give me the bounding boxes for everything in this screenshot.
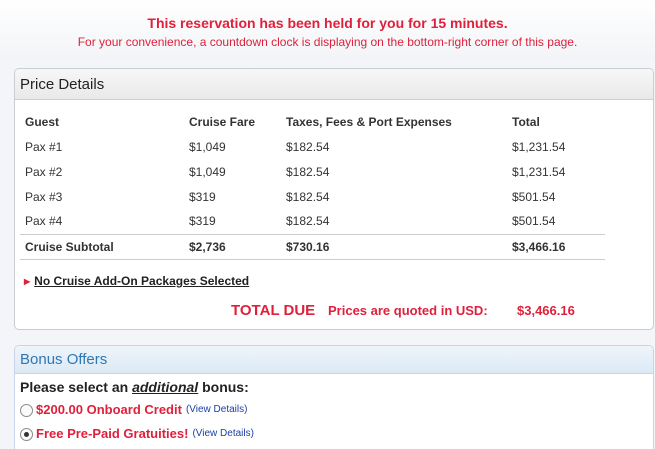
total-due-label: TOTAL DUE (231, 302, 316, 319)
subtotal-row: Cruise Subtotal $2,736 $730.16 $3,466.16 (20, 233, 605, 260)
price-details-panel: Price Details Guest Cruise Fare Taxes, F… (14, 68, 654, 330)
guest-cell: Pax #3 (25, 189, 63, 204)
onboard-credit-view-details-link[interactable]: (View Details) (186, 401, 248, 419)
subtotal-taxes: $730.16 (286, 233, 512, 260)
subtotal-label: Cruise Subtotal (20, 233, 189, 260)
taxes-cell: $182.54 (286, 189, 330, 204)
column-header-guest: Guest (25, 114, 60, 129)
hold-banner: This reservation has been held for you f… (0, 0, 655, 60)
guest-cell: Pax #4 (25, 214, 63, 229)
price-table: Guest Cruise Fare Taxes, Fees & Port Exp… (20, 109, 605, 260)
bonus-offers-panel: Bonus Offers Please select an additional… (14, 345, 654, 449)
table-row: Pax #1 $1,049 $182.54 $1,231.54 (20, 134, 605, 159)
total-cell: $501.54 (512, 214, 556, 229)
hold-banner-subtitle: For your convenience, a countdown clock … (77, 35, 578, 49)
subtotal-cruise-fare: $2,736 (189, 233, 286, 260)
addon-packages-row: ▶ No Cruise Add-On Packages Selected (24, 274, 249, 288)
triangle-right-icon: ▶ (24, 277, 31, 287)
cruise-fare-cell: $1,049 (189, 139, 226, 154)
guest-cell: Pax #2 (25, 164, 63, 179)
onboard-credit-label[interactable]: $200.00 Onboard Credit (36, 401, 182, 419)
bonus-prompt-start: Please select an (20, 379, 133, 395)
cruise-fare-cell: $319 (189, 189, 216, 204)
taxes-cell: $182.54 (286, 214, 330, 229)
price-table-header-row: Guest Cruise Fare Taxes, Fees & Port Exp… (20, 109, 605, 134)
guest-cell: Pax #1 (25, 139, 63, 154)
table-row: Pax #4 $319 $182.54 $501.54 (20, 209, 605, 234)
total-cell: $1,231.54 (512, 164, 566, 179)
bonus-prompt: Please select an additional bonus: (20, 379, 640, 395)
cruise-fare-cell: $1,049 (189, 164, 226, 179)
bonus-prompt-end: bonus: (198, 379, 249, 395)
table-row: Pax #3 $319 $182.54 $501.54 (20, 184, 605, 209)
column-header-taxes-fees: Taxes, Fees & Port Expenses (286, 114, 452, 129)
currency-note: Prices are quoted in USD: (328, 303, 488, 318)
column-header-total: Total (512, 114, 540, 129)
total-due-amount: $3,466.16 (517, 303, 575, 318)
subtotal-total: $3,466.16 (512, 233, 605, 260)
addon-packages-link[interactable]: No Cruise Add-On Packages Selected (34, 274, 249, 288)
bonus-prompt-emphasis: additional (132, 379, 199, 395)
table-row: Pax #2 $1,049 $182.54 $1,231.54 (20, 159, 605, 184)
taxes-cell: $182.54 (286, 164, 330, 179)
total-cell: $1,231.54 (512, 139, 566, 154)
price-details-header: Price Details (15, 69, 653, 100)
column-header-cruise-fare: Cruise Fare (189, 114, 256, 129)
onboard-credit-radio[interactable] (20, 403, 33, 417)
taxes-cell: $182.54 (286, 139, 330, 154)
gratuities-radio[interactable] (20, 427, 33, 441)
gratuities-view-details-link[interactable]: (View Details) (192, 425, 254, 443)
bonus-body: Please select an additional bonus: $200.… (20, 379, 640, 443)
hold-banner-title: This reservation has been held for you f… (147, 15, 508, 31)
cruise-fare-cell: $319 (189, 214, 216, 229)
bonus-option-gratuities[interactable]: Free Pre-Paid Gratuities! (View Details) (20, 425, 640, 443)
bonus-offers-header: Bonus Offers (15, 346, 653, 374)
total-cell: $501.54 (512, 189, 556, 204)
bonus-option-onboard-credit[interactable]: $200.00 Onboard Credit (View Details) (20, 401, 640, 419)
gratuities-label[interactable]: Free Pre-Paid Gratuities! (36, 425, 188, 443)
